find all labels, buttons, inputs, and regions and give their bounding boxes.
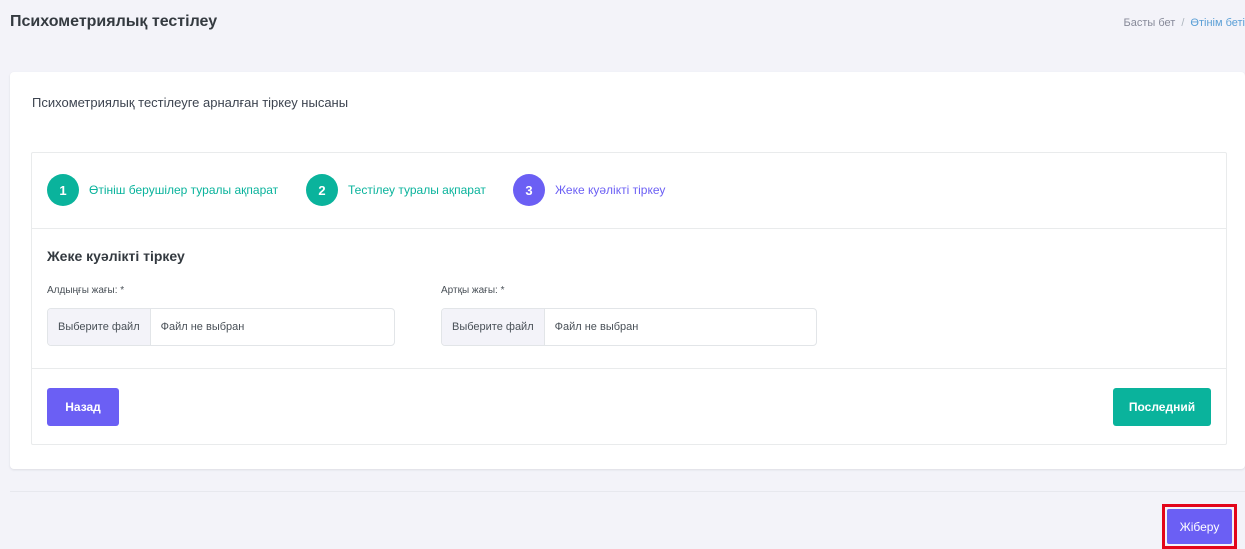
step-number: 2 <box>306 174 338 206</box>
step-applicant-info[interactable]: 1 Өтініш берушілер туралы ақпарат <box>47 174 278 206</box>
file-name-text: Файл не выбран <box>554 321 639 333</box>
form-wizard: 1 Өтініш берушілер туралы ақпарат 2 Тест… <box>31 152 1227 445</box>
form-title: Психометриялық тестілеуге арналған тірке… <box>32 95 349 110</box>
last-button[interactable]: Последний <box>1113 388 1211 426</box>
submit-highlight: Жіберу <box>1162 504 1237 549</box>
wizard-steps: 1 Өтініш берушілер туралы ақпарат 2 Тест… <box>32 153 1226 229</box>
choose-file-button[interactable]: Выберите файл <box>442 309 545 345</box>
step-label: Тестілеу туралы ақпарат <box>348 183 486 197</box>
front-side-file-input[interactable]: Выберите файл Файл не выбран <box>47 308 395 346</box>
breadcrumb-current: Өтінім беті <box>1190 17 1245 29</box>
back-side-file-input[interactable]: Выберите файл Файл не выбран <box>441 308 817 346</box>
section-title: Жеке куәлікті тіркеу <box>47 248 185 264</box>
step-label: Өтініш берушілер туралы ақпарат <box>89 183 279 197</box>
page-title: Психометриялық тестілеу <box>10 13 218 30</box>
step-test-info[interactable]: 2 Тестілеу туралы ақпарат <box>306 174 486 206</box>
page: Психометриялық тестілеу Басты бет / Өтінім… <box>0 0 1245 549</box>
step-label: Жеке куәлікті тіркеу <box>555 183 666 197</box>
front-side-label: Алдыңғы жағы: * <box>47 285 125 296</box>
back-button[interactable]: Назад <box>47 388 119 426</box>
step-number: 1 <box>47 174 79 206</box>
file-name-text: Файл не выбран <box>160 321 245 333</box>
choose-file-button[interactable]: Выберите файл <box>48 309 151 345</box>
back-side-label: Артқы жағы: * <box>441 285 505 296</box>
registration-card: Психометриялық тестілеуге арналған тірке… <box>10 72 1245 469</box>
breadcrumb: Басты бет / Өтінім беті <box>1124 17 1245 29</box>
page-divider <box>10 491 1245 492</box>
breadcrumb-home[interactable]: Басты бет <box>1124 17 1176 29</box>
step-id-registration[interactable]: 3 Жеке куәлікті тіркеу <box>513 174 665 206</box>
step-number: 3 <box>513 174 545 206</box>
submit-button[interactable]: Жіберу <box>1167 509 1232 544</box>
wizard-footer-divider <box>32 368 1226 369</box>
breadcrumb-separator: / <box>1181 17 1185 29</box>
